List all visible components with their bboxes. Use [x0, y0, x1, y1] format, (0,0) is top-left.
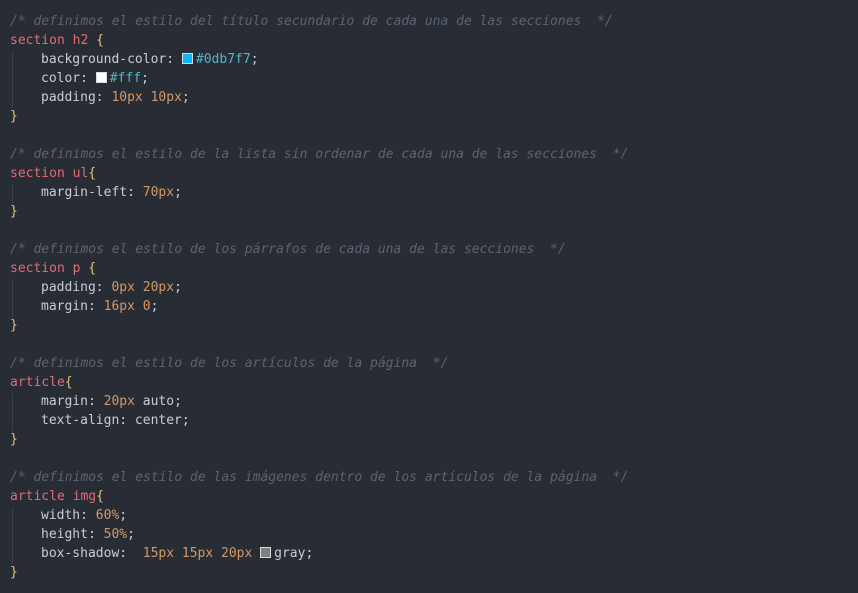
code-declaration: padding: 10px 10px;: [41, 90, 190, 105]
code-comment: /* definimos el estilo de las imágenes d…: [10, 470, 629, 485]
code-close-line: }: [10, 107, 18, 126]
code-close-line: }: [10, 202, 18, 221]
code-close-line: }: [10, 316, 18, 335]
code-declaration: background-color: #0db7f7;: [41, 52, 259, 67]
css-selector: article: [10, 375, 65, 390]
css-selector: section p: [10, 261, 81, 276]
code-declaration: margin: 20px auto;: [41, 394, 182, 409]
css-selector: section ul: [10, 166, 89, 181]
code-declaration: margin: 16px 0;: [41, 299, 159, 314]
code-selector-line: section p {: [10, 259, 96, 278]
close-brace: }: [10, 204, 18, 219]
color-swatch-gray: [260, 547, 272, 558]
color-swatch-0db7f7: [181, 53, 193, 64]
open-brace: {: [80, 261, 97, 276]
code-declaration: width: 60%;: [41, 508, 128, 523]
code-selector-line: section h2 {: [10, 31, 104, 50]
code-comment: /* definimos el estilo de los artículos …: [10, 356, 449, 371]
code-close-line: }: [10, 563, 18, 582]
code-close-line: }: [10, 430, 18, 449]
code-comment: /* definimos el estilo de los párrafos d…: [10, 242, 566, 257]
code-declaration: color: #fff;: [41, 71, 149, 86]
close-brace: }: [10, 565, 18, 580]
code-declaration: height: 50%;: [41, 527, 135, 542]
code-declaration: text-align: center;: [41, 413, 190, 428]
open-brace: {: [64, 375, 73, 390]
code-selector-line: section ul{: [10, 164, 96, 183]
open-brace: {: [88, 33, 104, 48]
code-declaration: padding: 0px 20px;: [41, 280, 182, 295]
close-brace: }: [10, 318, 18, 333]
color-swatch-fff: [95, 72, 107, 83]
code-comment: /* definimos el estilo del título secund…: [10, 14, 613, 29]
css-selector: article img: [10, 489, 97, 504]
code-selector-line: article img{: [10, 487, 104, 506]
close-brace: }: [10, 432, 18, 447]
code-declaration: box-shadow: 15px 15px 20px gray;: [41, 546, 314, 561]
css-selector: section h2: [10, 33, 89, 48]
open-brace: {: [96, 489, 104, 504]
code-selector-line: article{: [10, 373, 73, 392]
open-brace: {: [88, 166, 97, 181]
close-brace: }: [10, 109, 18, 124]
code-declaration: margin-left: 70px;: [41, 185, 182, 200]
code-comment: /* definimos el estilo de la lista sin o…: [10, 147, 629, 162]
code-editor[interactable]: /* definimos el estilo del título secund…: [0, 0, 858, 593]
